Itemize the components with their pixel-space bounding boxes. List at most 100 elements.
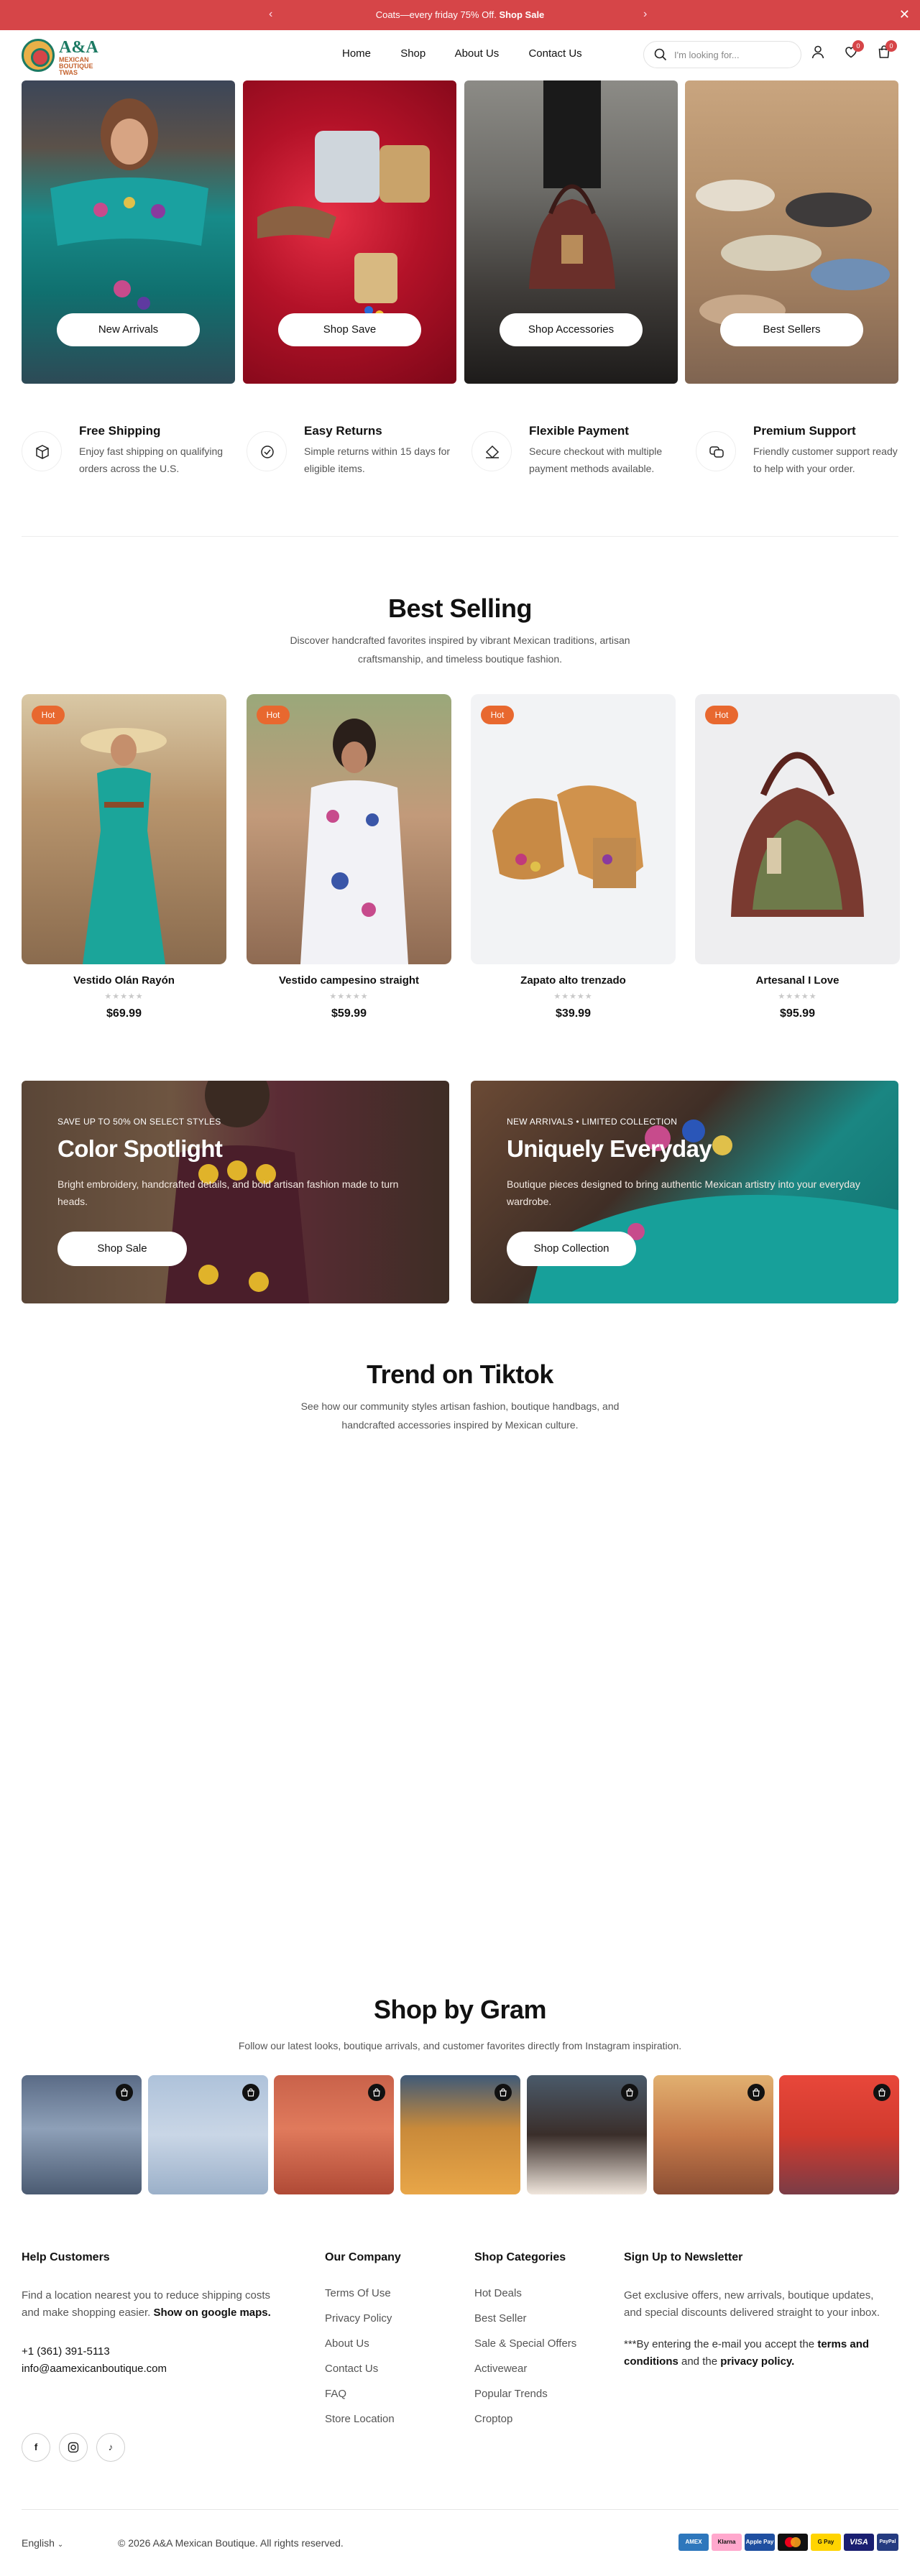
footer-divider — [22, 2509, 898, 2510]
footer-link[interactable]: Croptop — [474, 2413, 576, 2425]
tile-button-new-arrivals[interactable]: New Arrivals — [57, 313, 200, 346]
main-nav: Home Shop About Us Contact Us — [342, 47, 609, 60]
search-input[interactable]: I'm looking for... — [643, 41, 801, 68]
footer-link[interactable]: Activewear — [474, 2363, 576, 2375]
instagram-glyph — [68, 2442, 79, 2453]
mastercard-circles — [785, 2537, 801, 2547]
footer-link[interactable]: Best Seller — [474, 2312, 576, 2325]
privacy-link[interactable]: privacy policy. — [720, 2355, 794, 2368]
banner-title: Color Spotlight — [58, 1135, 223, 1162]
shop-bag-icon[interactable] — [873, 2084, 891, 2101]
footer-link[interactable]: FAQ — [325, 2388, 401, 2400]
footer-link[interactable]: Privacy Policy — [325, 2312, 401, 2325]
language-selector[interactable]: English ⌄ — [22, 2537, 63, 2549]
cart-button[interactable]: 0 — [877, 40, 897, 63]
shop-bag-icon[interactable] — [621, 2084, 638, 2101]
feature-title: Premium Support — [753, 424, 856, 438]
shop-bag-icon[interactable] — [368, 2084, 385, 2101]
mastercard-icon — [778, 2534, 808, 2551]
product-name[interactable]: Artesanal I Love — [695, 974, 900, 987]
tile-button-shop-save[interactable]: Shop Save — [278, 313, 421, 346]
banner-button-shop-collection[interactable]: Shop Collection — [507, 1232, 636, 1266]
nav-contact-us[interactable]: Contact Us — [528, 47, 581, 60]
tiktok-glyph: ♪ — [108, 2442, 114, 2452]
shop-bag-icon[interactable] — [116, 2084, 133, 2101]
site-header: A&A MEXICAN BOUTIQUE TWAS Home Shop Abou… — [0, 30, 920, 80]
consent-prefix: ***By entering the e-mail you accept the — [624, 2338, 815, 2350]
footer-phone[interactable]: +1 (361) 391-5113 — [22, 2343, 280, 2360]
footer-link[interactable]: Hot Deals — [474, 2287, 576, 2299]
instagram-icon[interactable] — [59, 2433, 88, 2462]
gram-subtitle: Follow our latest looks, boutique arriva… — [238, 2040, 682, 2051]
product-name[interactable]: Zapato alto trenzado — [471, 974, 676, 987]
close-icon[interactable]: ✕ — [899, 7, 910, 22]
gram-photo[interactable] — [779, 2075, 899, 2194]
logo-seal-icon — [22, 39, 55, 72]
category-tiles: New Arrivals Shop Save Shop Accessories … — [22, 80, 898, 384]
facebook-icon[interactable]: f — [22, 2433, 50, 2462]
tile-button-best-sellers[interactable]: Best Sellers — [720, 313, 863, 346]
search-icon — [654, 48, 667, 61]
gram-photo[interactable] — [274, 2075, 394, 2194]
banner-button-shop-sale[interactable]: Shop Sale — [58, 1232, 187, 1266]
wishlist-button[interactable]: 0 — [844, 40, 864, 63]
shop-bag-icon[interactable] — [748, 2084, 765, 2101]
wishlist-count-badge: 0 — [852, 40, 864, 52]
footer-heading: Help Customers — [22, 2251, 110, 2263]
tile-shop-save[interactable]: Shop Save — [243, 80, 456, 384]
facebook-glyph: f — [34, 2442, 38, 2452]
tile-best-sellers[interactable]: Best Sellers — [685, 80, 898, 384]
klarna-icon: Klarna — [712, 2534, 742, 2551]
nav-about-us[interactable]: About Us — [455, 47, 500, 60]
footer-link[interactable]: Store Location — [325, 2413, 401, 2425]
shop-bag-icon[interactable] — [242, 2084, 259, 2101]
footer-link[interactable]: Terms Of Use — [325, 2287, 401, 2299]
product-name[interactable]: Vestido campesino straight — [247, 974, 451, 987]
tiktok-icon[interactable]: ♪ — [96, 2433, 125, 2462]
footer-help-text: Find a location nearest you to reduce sh… — [22, 2287, 280, 2322]
footer-link[interactable]: About Us — [325, 2337, 401, 2350]
footer-heading: Sign Up to Newsletter — [624, 2251, 743, 2263]
logo-subtext: MEXICAN BOUTIQUE TWAS — [59, 56, 93, 76]
product-name[interactable]: Vestido Olán Rayón — [22, 974, 226, 987]
product-image[interactable]: Hot — [22, 694, 226, 964]
footer-link[interactable]: Sale & Special Offers — [474, 2337, 576, 2350]
tile-button-shop-accessories[interactable]: Shop Accessories — [500, 313, 643, 346]
footer-link[interactable]: Contact Us — [325, 2363, 401, 2375]
announcement-link[interactable]: Shop Sale — [499, 9, 544, 20]
rating-stars: ★★★★★ — [778, 992, 817, 1001]
feature-title: Easy Returns — [304, 424, 382, 438]
rating-stars: ★★★★★ — [329, 992, 369, 1001]
gram-photo[interactable] — [400, 2075, 520, 2194]
product-image[interactable]: Hot — [471, 694, 676, 964]
footer-email[interactable]: info@aamexicanboutique.com — [22, 2360, 280, 2378]
gram-photo[interactable] — [527, 2075, 647, 2194]
newsletter-text: Get exclusive offers, new arrivals, bout… — [624, 2289, 880, 2319]
tiktok-subtitle: See how our community styles artisan fas… — [300, 1400, 620, 1431]
feature-icon-circle — [22, 431, 62, 471]
cart-count-badge: 0 — [886, 40, 897, 52]
logo[interactable]: A&A MEXICAN BOUTIQUE TWAS — [22, 37, 108, 76]
announcement-next-arrow[interactable]: › — [643, 8, 647, 21]
product-image[interactable]: Hot — [247, 694, 451, 964]
gram-photo[interactable] — [148, 2075, 268, 2194]
product-price: $69.99 — [106, 1007, 142, 1020]
gram-photo[interactable] — [653, 2075, 773, 2194]
nav-shop[interactable]: Shop — [400, 47, 426, 60]
gram-photo[interactable] — [22, 2075, 142, 2194]
feature-title: Flexible Payment — [529, 424, 629, 438]
shop-bag-icon[interactable] — [494, 2084, 512, 2101]
footer-link[interactable]: Popular Trends — [474, 2388, 576, 2400]
product-image[interactable]: Hot — [695, 694, 900, 964]
tile-new-arrivals[interactable]: New Arrivals — [22, 80, 235, 384]
nav-home[interactable]: Home — [342, 47, 371, 60]
chevron-down-icon: ⌄ — [57, 2541, 64, 2549]
best-selling-title: Best Selling — [387, 594, 533, 623]
payment-icon — [485, 445, 500, 459]
promo-banner-uniquely-everyday: NEW ARRIVALS • LIMITED COLLECTION Unique… — [471, 1081, 898, 1303]
google-maps-link[interactable]: Show on google maps. — [153, 2307, 270, 2319]
banner-eyebrow: SAVE UP TO 50% ON SELECT STYLES — [58, 1117, 221, 1127]
account-icon[interactable] — [811, 45, 825, 59]
tile-shop-accessories[interactable]: Shop Accessories — [464, 80, 678, 384]
banner-eyebrow: NEW ARRIVALS • LIMITED COLLECTION — [507, 1117, 678, 1127]
